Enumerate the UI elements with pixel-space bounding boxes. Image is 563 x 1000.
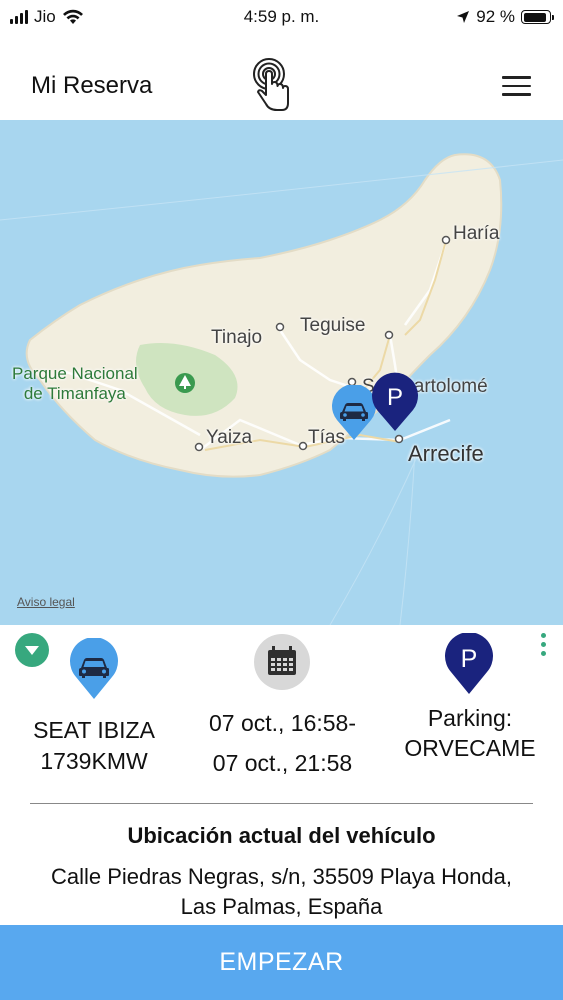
map-label-arrecife: Arrecife bbox=[408, 441, 484, 466]
map-label-yaiza: Yaiza bbox=[206, 427, 253, 448]
hamburger-menu-icon[interactable] bbox=[502, 76, 531, 96]
map-label-haria: Haría bbox=[453, 223, 500, 244]
map-label-timanfaya: Parque Nacional de Timanfaya bbox=[12, 364, 138, 403]
reservation-end: 07 oct., 21:58 bbox=[212, 750, 353, 776]
parking-marker-icon[interactable]: P bbox=[371, 372, 419, 432]
parking-info: Parking: ORVECAME bbox=[390, 703, 550, 763]
page-title: Mi Reserva bbox=[31, 72, 153, 99]
map-label-teguise: Teguise bbox=[300, 315, 366, 336]
reservation-start: 07 oct., 16:58- bbox=[208, 710, 357, 736]
battery-fill bbox=[523, 12, 546, 22]
calendar-icon bbox=[254, 634, 310, 690]
battery-percent: 92 % bbox=[476, 7, 515, 26]
map-view[interactable]: Haría Teguise Tinajo Parque Nacional de … bbox=[0, 120, 563, 625]
reservation-details: SEAT IBIZA 1739KMW 07 oct., 16:58- 07 oc… bbox=[0, 625, 563, 925]
svg-text:P: P bbox=[461, 645, 478, 673]
reservation-dates: 07 oct., 16:58- 07 oct., 21:58 bbox=[180, 703, 385, 783]
status-right: 92 % bbox=[456, 7, 554, 27]
car-pin-icon bbox=[70, 638, 118, 699]
app-header: Mi Reserva bbox=[0, 34, 563, 120]
battery-icon bbox=[521, 10, 554, 24]
vehicle-address: Calle Piedras Negras, s/n, 35509 Playa H… bbox=[0, 862, 563, 922]
vehicle-plate: 1739KMW bbox=[40, 748, 148, 774]
location-title: Ubicación actual del vehículo bbox=[127, 823, 436, 848]
vehicle-info: SEAT IBIZA 1739KMW bbox=[14, 716, 174, 775]
location-arrow-icon bbox=[457, 11, 470, 23]
collapse-chevron-icon[interactable] bbox=[15, 633, 49, 667]
status-bar: Jio 4:59 p. m. 92 % bbox=[0, 0, 563, 34]
more-options-icon[interactable] bbox=[538, 633, 548, 667]
divider bbox=[30, 803, 533, 804]
address-line-1: Calle Piedras Negras, s/n, 35509 Playa H… bbox=[50, 864, 513, 889]
touch-hand-icon[interactable] bbox=[249, 57, 293, 115]
parking-name: ORVECAME bbox=[404, 735, 536, 761]
parking-label: Parking: bbox=[427, 705, 513, 731]
parking-pin-icon: P bbox=[445, 633, 493, 694]
legal-notice-link[interactable]: Aviso legal bbox=[17, 595, 75, 609]
svg-text:P: P bbox=[387, 384, 403, 411]
start-button[interactable]: EMPEZAR bbox=[0, 925, 563, 1000]
address-line-2: Las Palmas, España bbox=[180, 894, 383, 919]
vehicle-model: SEAT IBIZA bbox=[33, 717, 155, 743]
map-label-tinajo: Tinajo bbox=[211, 327, 263, 348]
